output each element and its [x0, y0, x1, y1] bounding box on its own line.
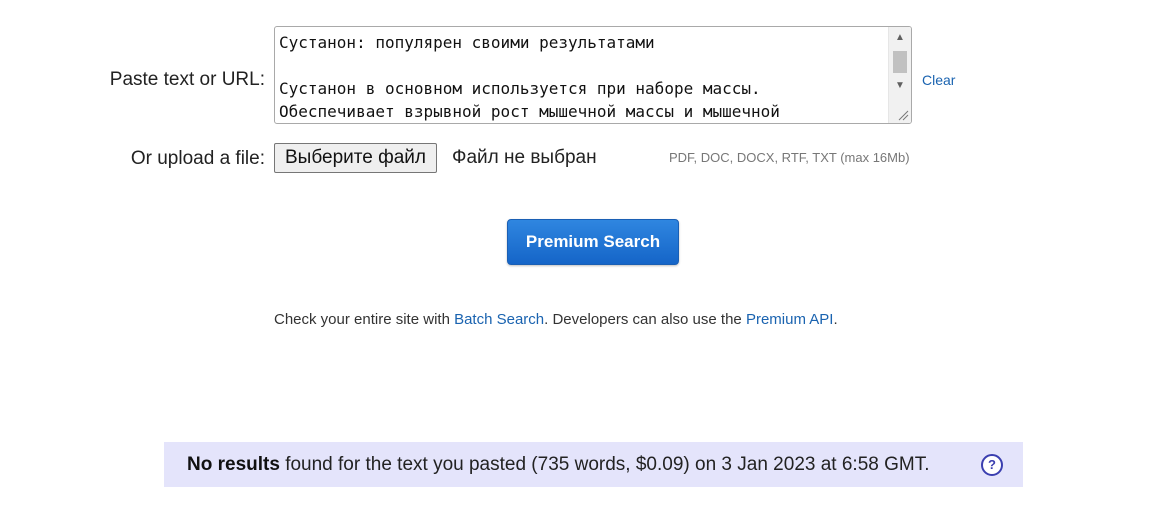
upload-file-label: Or upload a file: — [130, 148, 265, 169]
batch-search-link[interactable]: Batch Search — [454, 311, 544, 328]
paste-text-area[interactable]: Сустанон: популярен своими результатами … — [274, 26, 912, 124]
info-suffix: . — [833, 311, 838, 328]
result-detail: found for the text you pasted (735 words… — [279, 454, 930, 475]
file-status-text: Файл не выбран — [452, 147, 597, 168]
text-line: Сустанон: популярен своими результатами — [279, 33, 655, 52]
scroll-thumb[interactable] — [893, 51, 907, 73]
result-message: No results found for the text you pasted… — [187, 454, 930, 476]
info-prefix: Check your entire site with — [274, 311, 455, 328]
info-middle: . Developers can also use the — [544, 311, 746, 328]
clear-link[interactable]: Clear — [922, 72, 955, 88]
paste-text-label: Paste text or URL: — [109, 69, 265, 90]
scroll-down-arrow-icon[interactable]: ▼ — [889, 77, 911, 95]
file-types-hint: PDF, DOC, DOCX, RTF, TXT (max 16Mb) — [669, 150, 910, 165]
text-line: Обеспечивает взрывной рост мышечной масс… — [279, 102, 780, 121]
choose-file-button[interactable]: Выберите файл — [274, 143, 437, 173]
result-status: No results — [187, 454, 280, 475]
paste-text-content[interactable]: Сустанон: популярен своими результатами … — [279, 31, 889, 123]
text-line: Сустанон в основном используется при наб… — [279, 79, 761, 98]
resize-grip-icon[interactable] — [897, 109, 909, 121]
premium-api-link[interactable]: Premium API — [746, 311, 834, 328]
premium-search-button[interactable]: Premium Search — [507, 219, 679, 265]
text-line — [279, 54, 889, 77]
info-line: Check your entire site with Batch Search… — [274, 311, 838, 328]
help-question-icon[interactable]: ? — [981, 454, 1003, 476]
scroll-up-arrow-icon[interactable]: ▲ — [889, 29, 911, 47]
result-banner: No results found for the text you pasted… — [164, 442, 1023, 487]
